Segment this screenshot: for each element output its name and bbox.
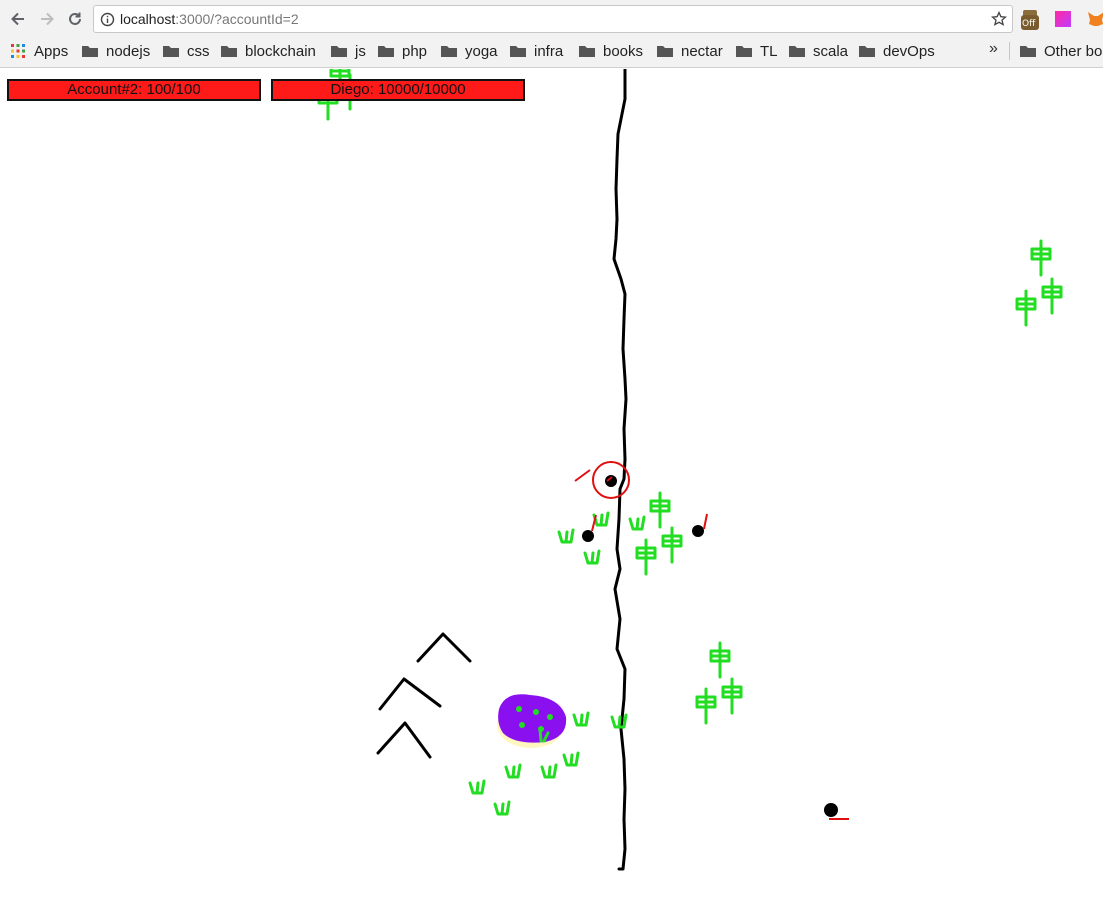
url-host: localhost [120, 11, 176, 27]
tree-cluster [695, 641, 743, 725]
bookmark-label: php [402, 42, 428, 60]
metamask-fox-icon[interactable] [1087, 8, 1103, 30]
folder-icon [657, 45, 673, 57]
folder-icon [510, 45, 526, 57]
folder-icon [1020, 45, 1036, 57]
game-canvas[interactable]: Account#2: 100/100 Diego: 10000/10000 [0, 69, 1103, 910]
bookmark-label: css [187, 42, 210, 60]
folder-icon [221, 45, 237, 57]
folder-icon [579, 45, 595, 57]
info-icon[interactable] [100, 12, 115, 27]
folder-icon [736, 45, 752, 57]
folder-icon [378, 45, 394, 57]
address-bar[interactable]: localhost:3000/?accountId=2 [93, 5, 1013, 33]
back-arrow-icon [11, 12, 24, 26]
folder-icon [331, 45, 347, 57]
folder-icon [82, 45, 98, 57]
player-health-bar: Account#2: 100/100 [7, 79, 261, 101]
bookmarks-overflow-button[interactable]: » [989, 40, 998, 58]
bookmark-label: TL [760, 42, 778, 60]
bookmark-php[interactable]: php [378, 39, 427, 63]
reload-icon [69, 12, 81, 25]
bookmark-label: infra [534, 42, 564, 60]
folder-icon [859, 45, 875, 57]
bookmark-label: scala [813, 42, 849, 60]
bookmark-star-icon[interactable] [989, 9, 1009, 29]
target-health-bar: Diego: 10000/10000 [271, 79, 525, 101]
bookmark-label: Other bo [1044, 42, 1103, 60]
reload-button[interactable] [63, 7, 87, 31]
back-button[interactable] [6, 7, 30, 31]
extension-badge: Off [1022, 19, 1036, 29]
url-text: localhost:3000/?accountId=2 [120, 11, 299, 27]
bookmark-apps[interactable]: Apps [10, 39, 68, 63]
forward-button[interactable] [35, 7, 59, 31]
bookmark-nodejs[interactable]: nodejs [82, 39, 150, 63]
tree-cluster [635, 491, 683, 576]
forward-arrow-icon [41, 12, 54, 26]
bookmark-yoga[interactable]: yoga [441, 39, 498, 63]
bookmark-label: devOps [883, 42, 935, 60]
bookmark-label: nectar [681, 42, 723, 60]
apps-grid-icon [11, 44, 25, 58]
bookmark-label: blockchain [245, 42, 316, 60]
folder-icon [163, 45, 179, 57]
bookmark-css[interactable]: css [163, 39, 210, 63]
bookmarks-separator [1009, 42, 1010, 60]
bookmark-blockchain[interactable]: blockchain [221, 39, 316, 63]
bookmark-label: js [355, 42, 366, 60]
game-world[interactable] [0, 69, 1103, 910]
bookmark-js[interactable]: js [331, 39, 366, 63]
bookmark-infra[interactable]: infra [510, 39, 563, 63]
bookmark-label: books [603, 42, 644, 60]
other-bookmarks[interactable]: Other bo [1020, 39, 1102, 63]
folder-icon [789, 45, 805, 57]
bookmark-nectar[interactable]: nectar [657, 39, 723, 63]
tree-cluster [1015, 239, 1063, 327]
bookmark-books[interactable]: books [579, 39, 643, 63]
bookmark-label: Apps [34, 42, 69, 60]
bookmark-devops[interactable]: devOps [859, 39, 935, 63]
character[interactable] [692, 513, 708, 537]
extension-gradient-icon[interactable] [1055, 8, 1075, 30]
bookmark-label: yoga [465, 42, 498, 60]
bookmark-label: nodejs [106, 42, 151, 60]
lake [497, 694, 567, 748]
bookmark-tl[interactable]: TL [736, 39, 778, 63]
mountains [376, 632, 472, 759]
browser-chrome: localhost:3000/?accountId=2 Off Apps nod… [0, 0, 1103, 68]
bookmark-scala[interactable]: scala [789, 39, 848, 63]
character[interactable] [824, 803, 849, 820]
url-path: :3000/?accountId=2 [175, 11, 299, 27]
extension-off-icon[interactable]: Off [1020, 8, 1040, 30]
folder-icon [441, 45, 457, 57]
bookmarks-bar: Apps nodejs css blockchain js php yoga i… [0, 39, 1103, 63]
